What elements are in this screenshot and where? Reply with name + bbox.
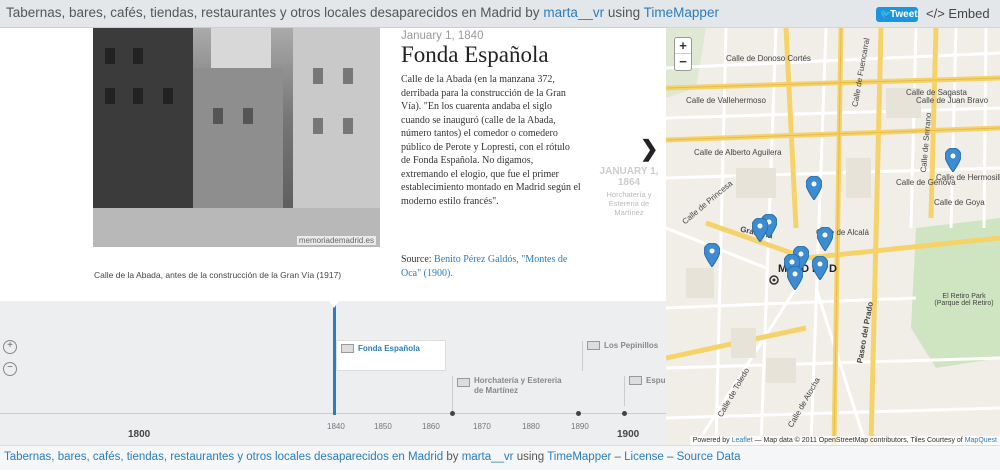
attribution-prefix: Powered by	[692, 437, 730, 444]
tick-label: 1880	[522, 422, 540, 431]
photo-caption: Calle de la Abada, antes de la construcc…	[94, 270, 342, 280]
image-icon	[341, 344, 354, 354]
tick-label: 1840	[327, 422, 345, 431]
photo-credit: memoriademadrid.es	[296, 236, 376, 245]
slide-body: Calle de la Abada (en la manzana 372, de…	[401, 74, 581, 207]
street-label: Calle de Alberto Aguilera	[694, 148, 782, 157]
zoom-in-icon[interactable]: +	[3, 340, 17, 354]
zoom-out-icon[interactable]: −	[3, 362, 17, 376]
next-arrow-icon[interactable]: ❯	[640, 136, 658, 162]
source-data-link[interactable]: Source Data	[677, 451, 741, 463]
map-pin-icon[interactable]	[812, 256, 828, 280]
event-label: Horchatería y Estereria de Martínez	[474, 376, 562, 395]
image-icon	[629, 376, 642, 386]
next-slide-title[interactable]: Horchatería y Estereria de Martínez	[596, 190, 662, 217]
map[interactable]: Calle de Donoso Cortés Calle de Valleher…	[666, 28, 1000, 445]
map-pin-icon[interactable]	[817, 227, 833, 251]
timeline-event[interactable]: Horchatería y Estereria de Martínez	[452, 376, 572, 412]
slide-photo: memoriademadrid.es	[93, 28, 380, 247]
tick-label: 1800	[128, 429, 151, 440]
next-slide-date[interactable]: JANUARY 1, 1864	[596, 166, 662, 188]
footer-separator: –	[666, 451, 674, 463]
timeline-event[interactable]: Los Pepinillos	[582, 341, 658, 371]
footer-by-label: by	[446, 451, 459, 463]
event-label: Espu	[646, 376, 666, 385]
tick-label: 1890	[571, 422, 589, 431]
footer-author-link[interactable]: marta__vr	[462, 451, 514, 463]
attribution-data: — Map data © 2011 OpenStreetMap contribu…	[754, 437, 963, 444]
street-label: Calle de Goya	[934, 198, 985, 207]
slide-source: Source: Benito Pérez Galdós, "Montes de …	[401, 253, 581, 281]
street-label: Calle de Donoso Cortés	[726, 54, 811, 63]
footer-using-label: using	[516, 451, 545, 463]
image-icon	[457, 378, 470, 387]
street-label: Calle de Vallehermoso	[686, 96, 766, 105]
slide-date: January 1, 1840	[401, 30, 484, 42]
park-label: El Retiro Park (Parque del Retiro)	[934, 293, 994, 307]
map-zoom-in-button[interactable]: +	[675, 38, 691, 54]
timeline-event-active[interactable]: Fonda Española	[336, 340, 446, 371]
footer: Tabernas, bares, cafés, tiendas, restaur…	[0, 445, 1000, 470]
street-label: Calle de Hermosilla	[936, 173, 1000, 182]
leaflet-link[interactable]: Leaflet	[732, 437, 753, 444]
event-label: Fonda Española	[358, 344, 420, 353]
tweet-label: Tweet	[890, 9, 918, 20]
slide-panel: memoriademadrid.es Calle de la Abada, an…	[0, 28, 666, 301]
map-pin-icon[interactable]	[752, 218, 768, 242]
author-link[interactable]: marta__vr	[543, 5, 604, 20]
twitter-bird-icon: 🐦	[880, 9, 892, 19]
footer-text: Tabernas, bares, cafés, tiendas, restaur…	[4, 451, 741, 463]
embed-button[interactable]: </> Embed	[926, 6, 990, 21]
image-icon	[587, 341, 600, 351]
street-label: Calle de Juan Bravo	[916, 96, 989, 105]
map-pin-icon[interactable]	[704, 243, 720, 267]
footer-separator: –	[614, 451, 621, 463]
map-zoom-out-button[interactable]: −	[675, 54, 691, 70]
map-pin-icon[interactable]	[787, 266, 803, 290]
top-bar: Tabernas, bares, cafés, tiendas, restaur…	[0, 0, 1000, 28]
footer-title-link[interactable]: Tabernas, bares, cafés, tiendas, restaur…	[4, 451, 443, 463]
mapquest-link[interactable]: MapQuest	[965, 437, 997, 444]
tweet-button[interactable]: 🐦 Tweet	[876, 7, 918, 22]
tick-label: 1900	[617, 429, 640, 440]
page-title: Tabernas, bares, cafés, tiendas, restaur…	[6, 5, 719, 20]
footer-timemapper-link[interactable]: TimeMapper	[547, 451, 611, 463]
timeline-event[interactable]: Espu	[624, 376, 666, 406]
map-zoom-control: + −	[674, 37, 692, 71]
timemapper-link[interactable]: TimeMapper	[644, 5, 719, 20]
tick-label: 1870	[473, 422, 491, 431]
using-label: using	[607, 5, 641, 20]
slide-headline: Fonda Española	[401, 42, 549, 67]
timeline-marker	[333, 301, 336, 415]
tick-label: 1850	[374, 422, 392, 431]
timeline[interactable]: + − Fonda Española Los Pepinillos Horcha…	[0, 301, 666, 445]
map-pin-icon[interactable]	[806, 176, 822, 200]
map-pin-icon[interactable]	[945, 148, 961, 172]
by-label: by	[525, 5, 540, 20]
tick-label: 1860	[422, 422, 440, 431]
map-attribution: Powered by Leaflet — Map data © 2011 Ope…	[689, 436, 1000, 445]
event-label: Los Pepinillos	[604, 341, 659, 350]
timemapper-app: Tabernas, bares, cafés, tiendas, restaur…	[0, 0, 1000, 470]
source-label: Source:	[401, 254, 432, 265]
license-link[interactable]: License	[624, 451, 664, 463]
title-text: Tabernas, bares, cafés, tiendas, restaur…	[6, 5, 522, 20]
